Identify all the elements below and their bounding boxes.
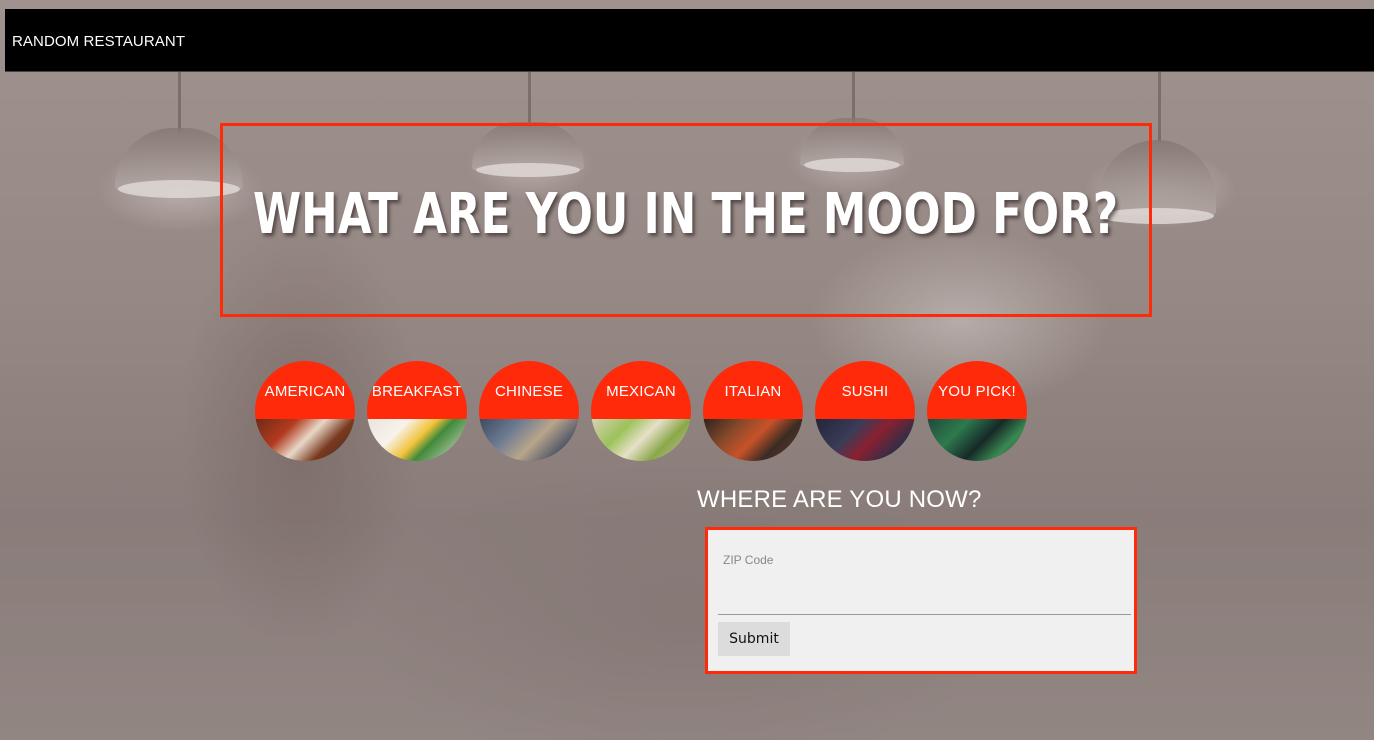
sushi-food-image bbox=[815, 419, 915, 461]
category-american-button[interactable]: AMERICAN bbox=[255, 361, 355, 461]
breakfast-food-image bbox=[367, 419, 467, 461]
brand-link[interactable]: RANDOM RESTAURANT bbox=[12, 33, 185, 50]
top-navbar: RANDOM RESTAURANT bbox=[5, 9, 1374, 72]
category-label: ITALIAN bbox=[724, 383, 782, 400]
category-label: MEXICAN bbox=[606, 383, 676, 400]
category-italian-button[interactable]: ITALIAN bbox=[703, 361, 803, 461]
submit-button[interactable]: Submit bbox=[718, 622, 790, 656]
zip-code-input[interactable] bbox=[718, 570, 1131, 615]
mexican-food-image bbox=[591, 419, 691, 461]
category-label: YOU PICK! bbox=[938, 383, 1016, 400]
category-you-pick-button[interactable]: YOU PICK! bbox=[927, 361, 1027, 461]
chinese-food-image bbox=[479, 419, 579, 461]
category-list: AMERICAN BREAKFAST CHINESE MEXICAN ITALI… bbox=[255, 361, 1027, 461]
location-heading: WHERE ARE YOU NOW? bbox=[697, 486, 982, 513]
italian-food-image bbox=[703, 419, 803, 461]
category-sushi-button[interactable]: SUSHI bbox=[815, 361, 915, 461]
category-chinese-button[interactable]: CHINESE bbox=[479, 361, 579, 461]
category-label: AMERICAN bbox=[264, 383, 346, 400]
category-label: BREAKFAST bbox=[371, 383, 463, 400]
category-label: SUSHI bbox=[841, 383, 889, 400]
you-pick-food-image bbox=[927, 419, 1027, 461]
zip-field-label: ZIP Code bbox=[723, 553, 774, 567]
category-mexican-button[interactable]: MEXICAN bbox=[591, 361, 691, 461]
hero-banner: WHAT ARE YOU IN THE MOOD FOR? bbox=[220, 123, 1152, 317]
page-title: WHAT ARE YOU IN THE MOOD FOR? bbox=[253, 181, 1119, 247]
zip-form: ZIP Code Submit bbox=[705, 527, 1137, 674]
category-breakfast-button[interactable]: BREAKFAST bbox=[367, 361, 467, 461]
category-label: CHINESE bbox=[494, 383, 564, 400]
american-food-image bbox=[255, 419, 355, 461]
